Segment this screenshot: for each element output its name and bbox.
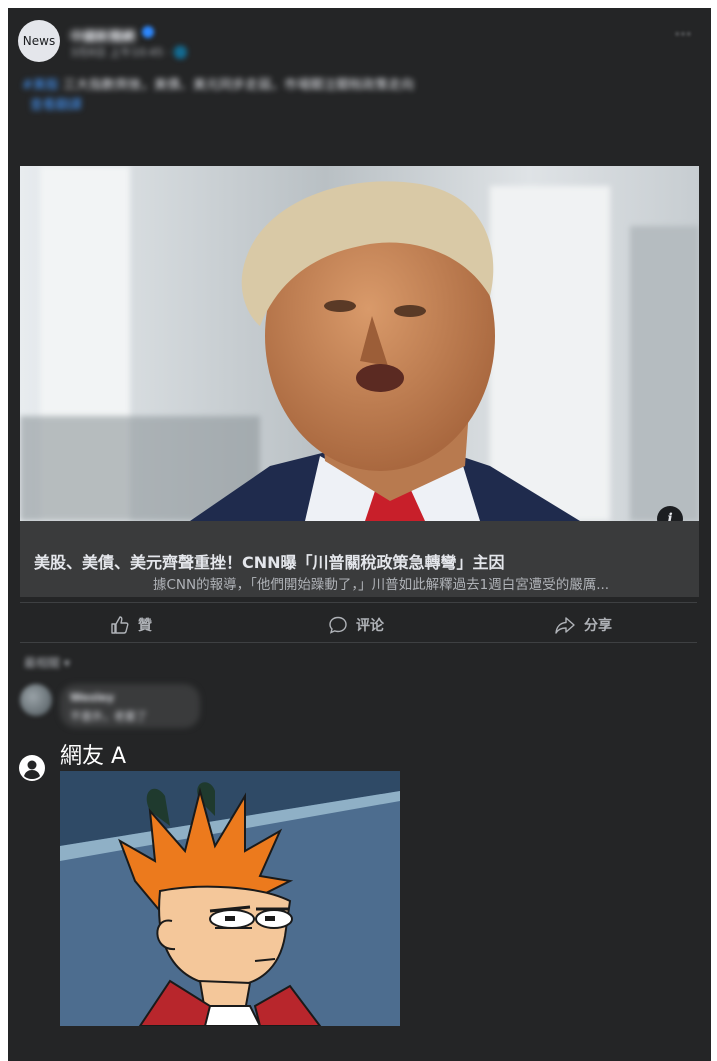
post-hashtag[interactable]: #美股 xyxy=(22,78,59,93)
comment-sort-dropdown[interactable]: 最相關 ▾ xyxy=(24,654,94,670)
user-comment-name: 網友 A xyxy=(60,744,127,769)
divider xyxy=(20,602,697,603)
comment-label: 评论 xyxy=(356,618,384,634)
more-options-icon[interactable]: ··· xyxy=(671,26,695,46)
like-label: 贊 xyxy=(138,618,152,634)
commenter-avatar[interactable] xyxy=(20,684,52,716)
link-headline[interactable]: 美股、美債、美元齊聲重挫！CNN曝「川普關稅政策急轉彎」主因 xyxy=(34,549,684,573)
user-avatar-icon xyxy=(19,755,45,781)
like-button[interactable]: 贊 xyxy=(110,610,152,640)
post-header: News 中國新聞網 3月8日 上午10:45 · 🌐 ··· xyxy=(18,20,701,66)
share-label: 分享 xyxy=(584,618,612,634)
translate-link[interactable]: 查看翻譯 xyxy=(22,96,682,116)
share-button[interactable]: 分享 xyxy=(554,610,612,640)
post-text: #美股 三大指數齊挫，美債、美元同步走弱，市場關注關稅政策走向 查看翻譯 xyxy=(22,76,682,122)
thumbs-up-icon xyxy=(111,616,129,634)
post-timestamp[interactable]: 3月8日 上午10:45 · 🌐 xyxy=(70,44,220,59)
post-card: News 中國新聞網 3月8日 上午10:45 · 🌐 ··· #美股 三大指數… xyxy=(8,8,711,1061)
page-avatar[interactable]: News xyxy=(18,20,60,62)
meme-image[interactable] xyxy=(60,771,400,1026)
comment-button[interactable]: 评论 xyxy=(328,610,384,640)
fry-meme-illustration xyxy=(60,771,400,1026)
post-photo[interactable] xyxy=(20,166,699,521)
divider xyxy=(20,642,697,643)
action-bar: 贊 评论 分享 xyxy=(20,604,697,646)
comment-text: 不意外，老套了 xyxy=(70,710,147,723)
comment-bubble: Wesley 不意外，老套了 xyxy=(60,684,200,728)
photo-illustration xyxy=(20,166,699,521)
post-body: 三大指數齊挫，美債、美元同步走弱，市場關注關稅政策走向 xyxy=(58,78,415,93)
link-preview[interactable]: 美股、美債、美元齊聲重挫！CNN曝「川普關稅政策急轉彎」主因 據CNN的報導，「… xyxy=(20,521,699,597)
link-description: 據CNN的報導，「他們開始躁動了，」川普如此解釋過去1週白宮遭受的嚴厲... xyxy=(153,577,610,593)
verified-badge-icon xyxy=(142,26,154,38)
commenter-name[interactable]: Wesley xyxy=(70,691,114,704)
comment-bubble-icon xyxy=(329,616,347,634)
share-arrow-icon xyxy=(555,617,575,634)
